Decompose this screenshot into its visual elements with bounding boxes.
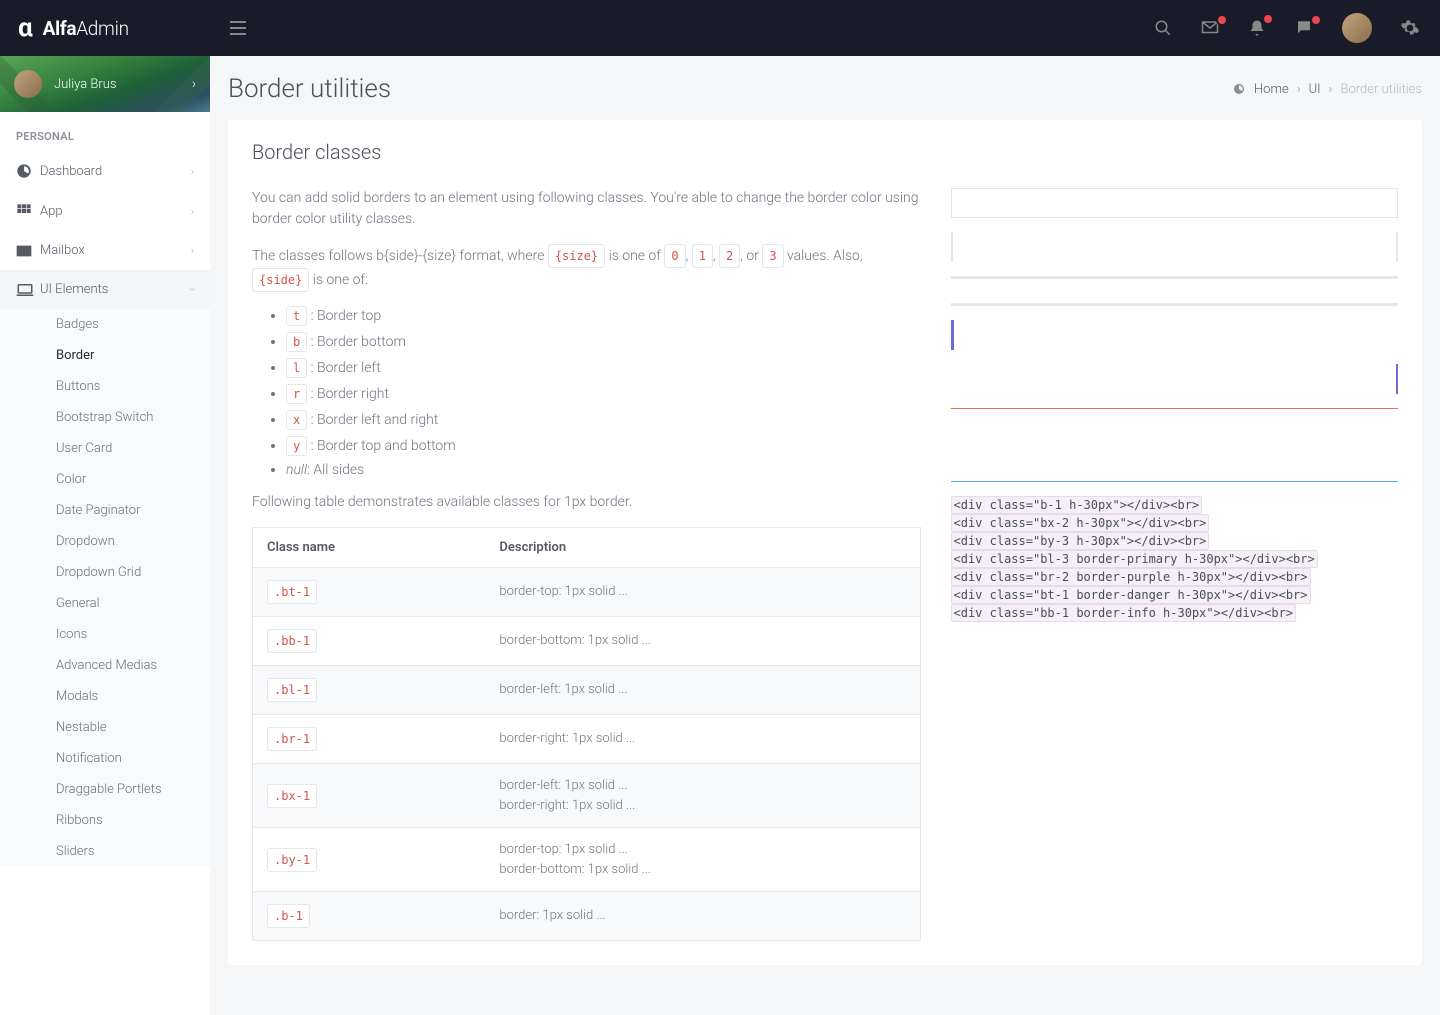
sidebar-subitem-nestable[interactable]: Nestable	[0, 712, 210, 743]
sidebar-subitem-dropdown[interactable]: Dropdown	[0, 526, 210, 557]
sidebar-subitem-buttons[interactable]: Buttons	[0, 371, 210, 402]
sidebar-subitem-sliders[interactable]: Sliders	[0, 836, 210, 867]
sidebar-subitem-bootstrap-switch[interactable]: Bootstrap Switch	[0, 402, 210, 433]
list-item: x : Border left and right	[286, 410, 921, 430]
sidebar-item-app[interactable]: App ›	[0, 191, 210, 231]
sidebar-subitem-dropdown-grid[interactable]: Dropdown Grid	[0, 557, 210, 588]
logo[interactable]: α AlfaAdmin	[0, 13, 210, 43]
sidebar-subitem-ribbons[interactable]: Ribbons	[0, 805, 210, 836]
sidebar-subitem-notification[interactable]: Notification	[0, 743, 210, 774]
table-row: .bt-1border-top: 1px solid ...	[253, 568, 921, 617]
chevron-right-icon: ›	[191, 165, 194, 178]
chevron-down-icon: ›	[186, 288, 199, 291]
table-row: .bl-1border-left: 1px solid ...	[253, 666, 921, 715]
sidebar-subitem-user-card[interactable]: User Card	[0, 433, 210, 464]
th-classname: Class name	[253, 528, 486, 568]
table-row: .br-1border-right: 1px solid ...	[253, 715, 921, 764]
sidebar-subitem-advanced-medias[interactable]: Advanced Medias	[0, 650, 210, 681]
chevron-right-icon: ›	[191, 205, 194, 218]
list-item: r : Border right	[286, 384, 921, 404]
avatar	[14, 70, 42, 98]
sides-list: t : Border top b : Border bottom l : Borde…	[286, 306, 921, 478]
sidebar-item-mailbox[interactable]: Mailbox ›	[0, 231, 210, 270]
user-name: Juliya Brus	[54, 77, 116, 92]
chat-button[interactable]	[1294, 19, 1314, 37]
sidebar-item-ui-elements[interactable]: UI Elements ›	[0, 270, 210, 309]
sidebar-subitem-draggable-portlets[interactable]: Draggable Portlets	[0, 774, 210, 805]
sidebar-section-label: PERSONAL	[0, 112, 210, 151]
sidebar-subitem-modals[interactable]: Modals	[0, 681, 210, 712]
sidebar-subitem-badges[interactable]: Badges	[0, 309, 210, 340]
card-title: Border classes	[252, 140, 1398, 164]
notification-dot	[1262, 13, 1274, 25]
table-row: .b-1border: 1px solid ...	[253, 892, 921, 941]
demo-b-1	[951, 188, 1399, 218]
logo-icon: α	[18, 13, 33, 43]
card-border-classes: Border classes You can add solid borders…	[228, 120, 1422, 965]
page-title: Border utilities	[228, 74, 391, 104]
sidebar-toggle[interactable]	[230, 21, 246, 35]
card-left-column: You can add solid borders to an element …	[252, 188, 921, 941]
laptop-icon	[16, 283, 40, 297]
nav-label: App	[40, 204, 63, 219]
demo-br-2-purple	[951, 364, 1399, 394]
settings-button[interactable]	[1400, 18, 1420, 38]
user-panel[interactable]: Juliya Brus ›	[0, 56, 210, 112]
demo-bl-3-primary	[951, 320, 1399, 350]
format-text: The classes follows b{side}-{size} forma…	[252, 244, 921, 292]
notifications-button[interactable]	[1248, 18, 1266, 38]
search-button[interactable]	[1154, 19, 1172, 37]
logo-text: AlfaAdmin	[43, 17, 129, 40]
envelope-icon	[16, 245, 40, 257]
list-item: t : Border top	[286, 306, 921, 326]
user-menu[interactable]	[1342, 13, 1372, 43]
sidebar-subitem-border[interactable]: Border	[0, 340, 210, 371]
breadcrumb-ui[interactable]: UI	[1309, 82, 1321, 97]
chevron-right-icon: ›	[191, 244, 194, 257]
border-demos	[951, 188, 1399, 482]
avatar	[1342, 13, 1372, 43]
chevron-right-icon: ›	[192, 76, 196, 92]
table-intro: Following table demonstrates available c…	[252, 492, 921, 513]
notification-dot	[1216, 14, 1228, 26]
demo-bx-2	[951, 232, 1399, 262]
breadcrumb-current: Border utilities	[1340, 82, 1422, 97]
main-content: Border utilities Home › UI › Border util…	[210, 56, 1440, 1015]
card-right-column: <div class="b-1 h-30px"></div><br> <div …	[951, 188, 1399, 941]
demo-by-3	[951, 276, 1399, 306]
dashboard-icon	[16, 163, 40, 179]
sidebar-subitem-general[interactable]: General	[0, 588, 210, 619]
list-item: b : Border bottom	[286, 332, 921, 352]
th-description: Description	[485, 528, 920, 568]
nav-label: Dashboard	[40, 164, 102, 179]
submenu: BadgesBorderButtonsBootstrap SwitchUser …	[0, 309, 210, 867]
sidebar-subitem-icons[interactable]: Icons	[0, 619, 210, 650]
sidebar-item-dashboard[interactable]: Dashboard ›	[0, 151, 210, 191]
sidebar-subitem-color[interactable]: Color	[0, 464, 210, 495]
list-item: y : Border top and bottom	[286, 436, 921, 456]
table-row: .bb-1border-bottom: 1px solid ...	[253, 617, 921, 666]
intro-text: You can add solid borders to an element …	[252, 188, 921, 230]
topbar: α AlfaAdmin	[0, 0, 1440, 56]
demo-bb-1-info	[951, 452, 1399, 482]
messages-button[interactable]	[1200, 19, 1220, 37]
nav-label: Mailbox	[40, 243, 85, 258]
page-header: Border utilities Home › UI › Border util…	[228, 74, 1422, 104]
demo-bt-1-danger	[951, 408, 1399, 438]
topbar-actions	[1154, 13, 1440, 43]
code-example: <div class="b-1 h-30px"></div><br> <div …	[951, 496, 1399, 622]
sidebar-subitem-date-paginator[interactable]: Date Paginator	[0, 495, 210, 526]
sidebar: Juliya Brus › PERSONAL Dashboard › App ›…	[0, 56, 210, 1015]
table-row: .by-1border-top: 1px solid ...border-bot…	[253, 828, 921, 892]
breadcrumb: Home › UI › Border utilities	[1232, 82, 1422, 97]
list-item: l : Border left	[286, 358, 921, 378]
classes-table: Class name Description .bt-1border-top: …	[252, 527, 921, 941]
grid-icon	[16, 203, 40, 219]
nav-label: UI Elements	[40, 282, 108, 297]
notification-dot	[1310, 14, 1322, 26]
list-item: null: All sides	[286, 462, 921, 478]
breadcrumb-home[interactable]: Home	[1254, 82, 1289, 97]
table-row: .bx-1border-left: 1px solid ...border-ri…	[253, 764, 921, 828]
home-icon	[1232, 83, 1246, 95]
